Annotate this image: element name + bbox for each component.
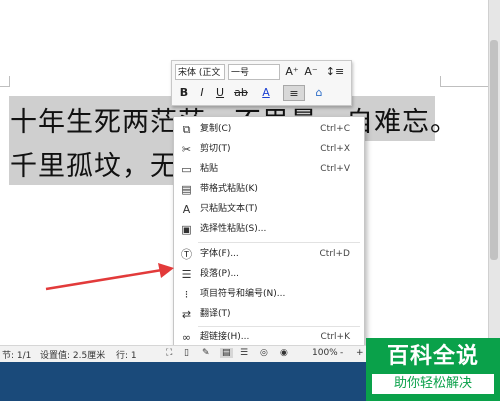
menu-item-bullets-numbering[interactable]: ⁝ 项目符号和编号(N)...: [174, 284, 364, 305]
menu-item-translate[interactable]: ⇄ 翻译(T): [174, 304, 364, 325]
margin-guide-vertical-right: [440, 76, 441, 87]
menu-item-label: 项目符号和编号(N)...: [200, 289, 286, 299]
menu-item-shortcut: Ctrl+D: [319, 249, 351, 259]
watermark-subtitle: 助你轻松解决: [372, 374, 494, 394]
menu-item-label: 段落(P)...: [200, 269, 240, 279]
margin-guide-vertical: [9, 76, 10, 87]
copy-icon: ⧉: [182, 123, 191, 136]
bullets-numbering-icon: ⁝: [184, 288, 189, 301]
menu-item-label: 带格式粘贴(K): [200, 184, 258, 194]
zoom-in-button[interactable]: +: [356, 348, 364, 358]
strikethrough-button[interactable]: ab: [230, 85, 252, 101]
context-menu: ⧉ 复制(C) Ctrl+C ✂ 剪切(T) Ctrl+X ▭ 粘贴 Ctrl+…: [173, 116, 365, 349]
view-outline-icon[interactable]: ☰: [240, 348, 248, 358]
menu-item-copy[interactable]: ⧉ 复制(C) Ctrl+C: [174, 119, 364, 140]
menu-item-label: 复制(C): [200, 124, 232, 134]
align-button[interactable]: ≡: [283, 85, 305, 101]
shrink-font-button[interactable]: A⁻: [303, 64, 319, 80]
underline-button[interactable]: U: [212, 85, 228, 101]
menu-item-paste-special[interactable]: ▣ 选择性粘贴(S)...: [174, 219, 364, 240]
view-web-icon[interactable]: ◎: [260, 348, 268, 358]
menu-item-paste-text-only[interactable]: A 只粘贴文本(T): [174, 199, 364, 220]
menu-item-label: 只粘贴文本(T): [200, 204, 258, 214]
zoom-level[interactable]: 100%: [312, 348, 338, 358]
view-eye-protect-icon[interactable]: ◉: [280, 348, 288, 358]
view-fullscreen-icon[interactable]: ⛶: [166, 348, 172, 358]
menu-item-paste-with-format[interactable]: ▤ 带格式粘贴(K): [174, 179, 364, 200]
menu-item-shortcut: Ctrl+V: [320, 164, 350, 174]
font-icon: Ⓣ: [181, 248, 192, 261]
view-edit-icon[interactable]: ✎: [202, 348, 210, 358]
menu-item-label: 选择性粘贴(S)...: [200, 224, 267, 234]
menu-item-label: 剪切(T): [200, 144, 231, 154]
hyperlink-icon: ∞: [181, 331, 192, 344]
bold-button[interactable]: B: [176, 85, 192, 101]
view-page-icon[interactable]: ▤: [220, 348, 233, 358]
font-color-button[interactable]: A: [258, 85, 274, 101]
watermark-title: 百科全说: [386, 344, 479, 369]
vertical-scrollbar-thumb[interactable]: [490, 40, 498, 260]
paste-special-icon: ▣: [181, 223, 192, 236]
cut-icon: ✂: [181, 143, 192, 156]
annotation-arrow: [45, 263, 174, 291]
menu-item-label: 粘贴: [200, 164, 219, 174]
menu-item-shortcut: Ctrl+X: [320, 144, 350, 154]
paste-with-format-icon: ▤: [181, 183, 192, 196]
font-name-select[interactable]: 宋体 (正文: [175, 64, 225, 80]
menu-item-font[interactable]: Ⓣ 字体(F)... Ctrl+D: [174, 244, 364, 265]
menu-item-label: 翻译(T): [200, 309, 231, 319]
paste-icon: ▭: [181, 163, 192, 176]
line-spacing-icon[interactable]: ↕≡: [323, 64, 347, 80]
mini-format-toolbar: 宋体 (正文 一号 A⁺ A⁻ ↕≡ B I U ab A ≡ ⌂: [171, 60, 352, 106]
status-setting-value: 设置值: 2.5厘米: [40, 351, 106, 361]
margin-guide-horizontal-right: [440, 86, 488, 87]
font-size-select[interactable]: 一号: [228, 64, 280, 80]
menu-item-cut[interactable]: ✂ 剪切(T) Ctrl+X: [174, 139, 364, 160]
zoom-out-button[interactable]: -: [340, 348, 343, 358]
status-section: 节: 1/1: [2, 351, 32, 361]
menu-item-label: 字体(F)...: [200, 249, 239, 259]
menu-item-paste[interactable]: ▭ 粘贴 Ctrl+V: [174, 159, 364, 180]
clear-format-icon[interactable]: ⌂: [311, 85, 327, 101]
italic-button[interactable]: I: [194, 85, 210, 101]
view-reading-icon[interactable]: ▯: [184, 348, 189, 358]
menu-separator: [198, 242, 360, 243]
translate-icon: ⇄: [181, 308, 192, 321]
menu-item-shortcut: Ctrl+C: [320, 124, 350, 134]
paste-text-only-icon: A: [182, 203, 191, 216]
status-row: 行: 1: [116, 351, 137, 361]
menu-item-paragraph[interactable]: ☰ 段落(P)...: [174, 264, 364, 285]
watermark-logo: 百科全说 助你轻松解决: [366, 338, 500, 401]
paragraph-icon: ☰: [181, 268, 192, 281]
grow-font-button[interactable]: A⁺: [284, 64, 300, 80]
